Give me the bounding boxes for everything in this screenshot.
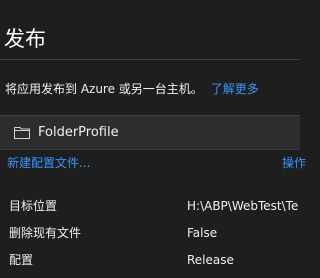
target-location-value: H:\ABP\WebTest\Te: [187, 199, 299, 213]
actions-menu-link[interactable]: 操作: [282, 155, 306, 171]
profile-name: FolderProfile: [38, 125, 119, 140]
target-location-label: 目标位置: [9, 199, 58, 213]
publish-description: 将应用发布到 Azure 或另一台主机。 了解更多: [5, 81, 259, 97]
description-text: 将应用发布到 Azure 或另一台主机。: [5, 82, 203, 96]
publish-profile-selector[interactable]: FolderProfile: [0, 115, 300, 150]
title-divider: [0, 59, 300, 60]
new-profile-link[interactable]: 新建配置文件...: [7, 155, 90, 171]
folder-icon: [14, 127, 30, 139]
configuration-label: 配置: [9, 253, 34, 267]
learn-more-link[interactable]: 了解更多: [211, 82, 259, 96]
delete-existing-files-label: 删除现有文件: [9, 226, 82, 240]
configuration-value: Release: [187, 253, 234, 267]
page-title: 发布: [4, 27, 46, 51]
delete-existing-files-value: False: [187, 226, 218, 240]
